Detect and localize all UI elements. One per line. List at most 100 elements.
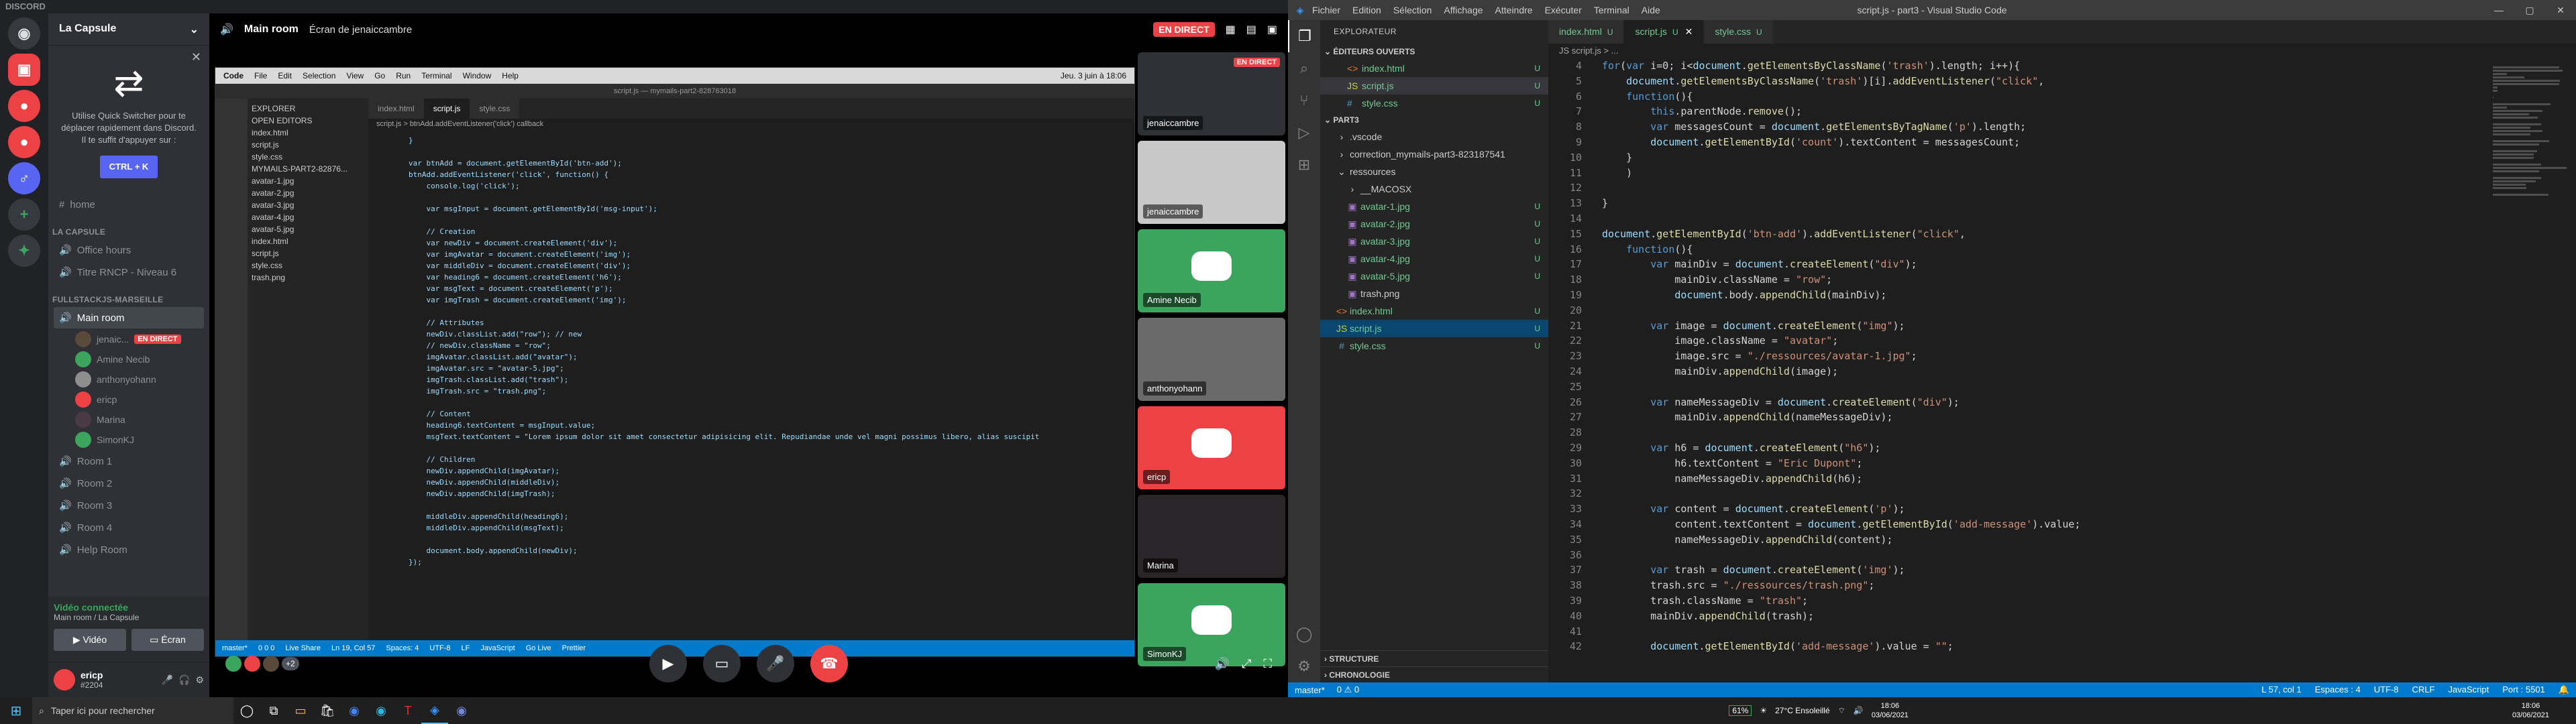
open-editor-item[interactable]: <> index.html U [1320, 60, 1548, 77]
participant-tile[interactable]: Marina [1138, 495, 1285, 578]
editor-tab[interactable]: script.js U ✕ [1624, 20, 1705, 44]
voice-user[interactable]: Marina [75, 410, 204, 430]
minimize-icon[interactable]: — [2483, 5, 2514, 16]
extensions-icon[interactable]: ⊞ [1288, 149, 1320, 181]
file-item[interactable]: # style.css U [1320, 337, 1548, 355]
maximize-icon[interactable]: ▢ [2514, 5, 2545, 16]
participant-tile[interactable]: anthonyohann [1138, 318, 1285, 401]
open-editor-item[interactable]: JS script.js U [1320, 77, 1548, 95]
channel-home[interactable]: # home [54, 194, 204, 215]
close-icon[interactable]: ✕ [1685, 26, 1693, 37]
cursor-position[interactable]: L 57, col 1 [2261, 684, 2302, 695]
battery-indicator[interactable]: 61% [1729, 705, 1752, 716]
open-editors-section[interactable]: ⌄ ÉDITEURS OUVERTS [1320, 44, 1548, 60]
account-icon[interactable]: ◯ [1288, 618, 1320, 650]
project-section[interactable]: ⌄ PART3 [1320, 112, 1548, 128]
live-server-port[interactable]: Port : 5501 [2502, 684, 2545, 695]
t-app-icon[interactable]: T [394, 697, 421, 724]
avatar[interactable] [54, 669, 75, 690]
outline-section[interactable]: › STRUCTURE [1320, 650, 1548, 666]
file-item[interactable]: ▣ avatar-5.jpg U [1320, 267, 1548, 285]
voice-user[interactable]: SimonKJ [75, 430, 204, 450]
close-icon[interactable]: ✕ [2545, 5, 2576, 16]
microphone-icon[interactable]: 🎤 [162, 674, 173, 686]
encoding[interactable]: UTF-8 [2374, 684, 2399, 695]
participant-avatars[interactable]: +2 [225, 656, 299, 672]
popout-icon[interactable]: ▣ [1267, 23, 1277, 36]
volume-icon[interactable]: 🔊 [1215, 657, 1230, 671]
folder-item[interactable]: › __MACOSX [1320, 180, 1548, 198]
task-view-icon[interactable]: ⧉ [260, 697, 287, 724]
server-icon-1[interactable]: ▣ [8, 54, 40, 86]
share-screen-button[interactable]: ▭ [703, 645, 741, 682]
folder-item[interactable]: ⌄ ressources [1320, 163, 1548, 180]
branch-indicator[interactable]: master* [1295, 685, 1325, 695]
menu-item[interactable]: Edition [1352, 5, 1381, 15]
vscode-app-icon[interactable]: ◈ [421, 697, 448, 724]
category-fullstack[interactable]: FULLSTACKJS-MARSEILLE [52, 295, 204, 304]
taskbar-clock-secondary[interactable]: 18:06 03/06/2021 [2512, 701, 2549, 720]
discord-app-icon[interactable]: ◉ [448, 697, 475, 724]
channel-office-hours[interactable]: 🔊 Office hours [54, 239, 204, 261]
voice-user[interactable]: Amine Necib [75, 349, 204, 369]
folder-item[interactable]: › correction_mymails-part3-823187541 [1320, 145, 1548, 163]
voice-location[interactable]: Main room / La Capsule [54, 613, 204, 622]
explorer-icon[interactable]: ❐ [1288, 20, 1320, 52]
cortana-icon[interactable]: ◯ [233, 697, 260, 724]
channel-room-3[interactable]: 🔊 Room 3 [54, 495, 204, 516]
category-la-capsule[interactable]: LA CAPSULE [52, 227, 204, 237]
screen-share-video[interactable]: Code File Edit Selection View Go Run Terminal Wi… [215, 67, 1135, 657]
explorer-app-icon[interactable]: ▭ [287, 697, 314, 724]
editor-tab[interactable]: index.html U [1548, 20, 1625, 44]
bell-icon[interactable]: 🔔 [2559, 684, 2569, 695]
participant-tile[interactable]: ericp [1138, 406, 1285, 489]
menu-item[interactable]: Exécuter [1545, 5, 1582, 15]
edge-app-icon[interactable]: ◉ [368, 697, 394, 724]
participant-tile[interactable]: EN DIRECT jenaiccambre [1138, 52, 1285, 135]
store-app-icon[interactable]: 🛍 [314, 697, 341, 724]
problems-indicator[interactable]: 0 ⚠ 0 [1337, 684, 1359, 695]
grid-icon[interactable]: ▦ [1226, 23, 1236, 36]
disconnect-button[interactable]: ☎ [810, 645, 848, 682]
chat-icon[interactable]: ▤ [1246, 23, 1256, 36]
taskbar-clock[interactable]: 18:06 03/06/2021 [1872, 701, 1909, 720]
voice-user[interactable]: ericp [75, 389, 204, 410]
open-editor-item[interactable]: # style.css U [1320, 95, 1548, 112]
popout-icon[interactable]: ⤢ [1242, 657, 1251, 671]
volume-icon[interactable]: 🔊 [1854, 706, 1864, 715]
menu-item[interactable]: Affichage [1444, 5, 1483, 15]
voice-user[interactable]: jenaic... EN DIRECT [75, 329, 204, 349]
folder-item[interactable]: › .vscode [1320, 128, 1548, 145]
screen-share-button[interactable]: ▭ Écran [131, 629, 204, 651]
add-server-icon[interactable]: + [8, 198, 40, 231]
mute-button[interactable]: 🎤 [757, 645, 794, 682]
participant-tile[interactable]: Amine Necib [1138, 229, 1285, 312]
menu-item[interactable]: Aide [1642, 5, 1660, 15]
voice-user[interactable]: anthonyohann [75, 369, 204, 389]
menu-item[interactable]: Terminal [1594, 5, 1629, 15]
menu-item[interactable]: Atteindre [1495, 5, 1533, 15]
chrome-app-icon[interactable]: ◉ [341, 697, 368, 724]
file-item[interactable]: ▣ trash.png [1320, 285, 1548, 302]
camera-button[interactable]: ▶ [649, 645, 687, 682]
indentation[interactable]: Espaces : 4 [2315, 684, 2361, 695]
ctrl-k-button[interactable]: CTRL + K [99, 156, 158, 178]
weather-text[interactable]: 27°C Ensoleillé [1775, 706, 1830, 715]
windows-start-icon[interactable]: ⊞ [0, 697, 32, 724]
channel-main-room[interactable]: 🔊 Main room [54, 307, 204, 328]
menu-item[interactable]: Fichier [1312, 5, 1340, 15]
minimap[interactable] [2493, 65, 2567, 266]
editor-tab[interactable]: style.css U [1704, 20, 1774, 44]
menu-item[interactable]: Sélection [1393, 5, 1432, 15]
channel-room-1[interactable]: 🔊 Room 1 [54, 450, 204, 472]
channel-titre-rncp[interactable]: 🔊 Titre RNCP - Niveau 6 [54, 261, 204, 283]
fullscreen-icon[interactable]: ⛶ [1263, 657, 1272, 671]
breadcrumb[interactable]: JS script.js > ... [1548, 44, 2576, 58]
file-item[interactable]: JS script.js U [1320, 320, 1548, 337]
language-mode[interactable]: JavaScript [2449, 684, 2489, 695]
server-icon-2[interactable]: ● [8, 90, 40, 122]
gear-icon[interactable]: ⚙ [1288, 650, 1320, 682]
channel-room-4[interactable]: 🔊 Room 4 [54, 517, 204, 538]
file-item[interactable]: ▣ avatar-3.jpg U [1320, 233, 1548, 250]
headphones-icon[interactable]: 🎧 [178, 674, 190, 686]
